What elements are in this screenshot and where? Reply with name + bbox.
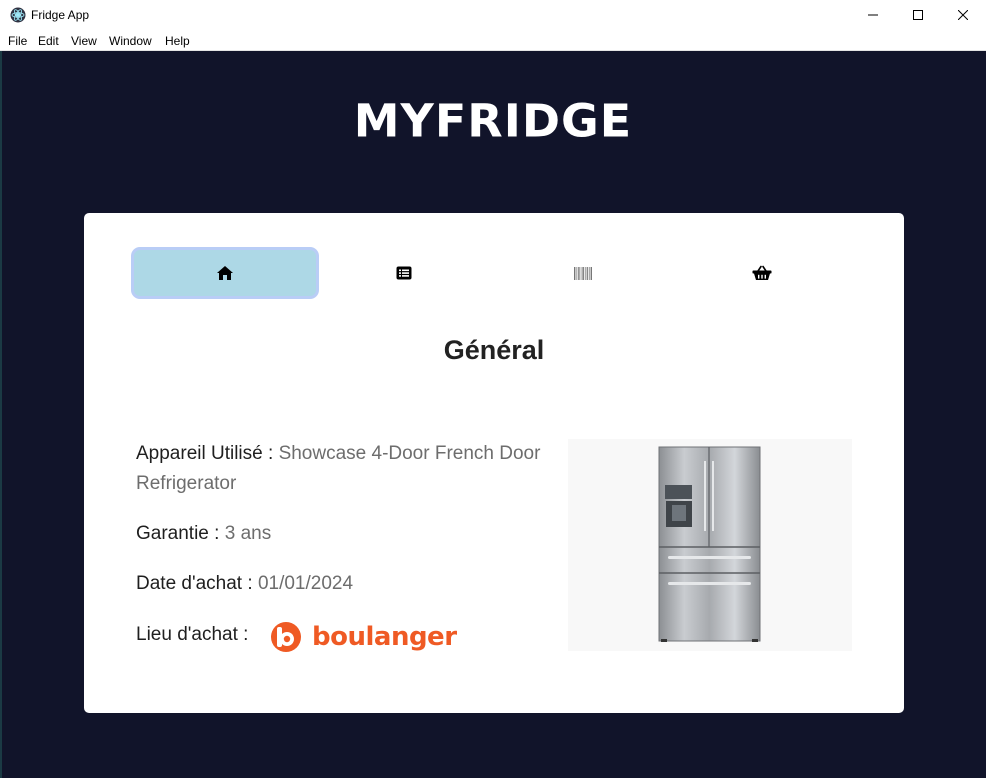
device-label: Appareil Utilisé : [136,443,279,464]
tab-barcode[interactable] [492,250,674,296]
purchase-place-label: Lieu d'achat : [136,624,249,645]
tab-home[interactable] [134,250,316,296]
minimize-icon [868,14,878,16]
tab-list[interactable] [313,250,495,296]
purchase-date-label: Date d'achat : [136,573,258,594]
menu-edit[interactable]: Edit [38,34,59,48]
device-row: Appareil Utilisé : Showcase 4-Door Frenc… [136,439,546,499]
window-titlebar: Fridge App [0,0,986,30]
section-title: Général [443,335,545,365]
tab-bar [134,250,854,296]
brand-title: MYFRIDGE [353,94,633,148]
basket-icon [752,265,772,280]
maximize-button[interactable] [895,0,941,30]
window-edge [0,51,2,778]
warranty-value: 3 ans [224,523,272,544]
menu-view[interactable]: View [71,34,97,48]
purchase-date-row: Date d'achat : 01/01/2024 [136,569,546,599]
main-card: Général Appareil Utilisé : Showcase 4-Do… [84,213,904,713]
menu-bar: File Edit View Window Help [0,30,986,51]
list-icon [396,266,412,280]
warranty-row: Garantie : 3 ans [136,519,546,549]
warranty-label: Garantie : [136,523,225,544]
maximize-icon [913,10,923,20]
menu-help[interactable]: Help [165,34,190,48]
boulanger-wordmark: boulanger [312,622,457,652]
app-icon [10,7,26,23]
fridge-image [568,439,852,651]
barcode-icon [574,266,592,280]
close-button[interactable] [940,0,986,30]
purchase-date-value: 01/01/2024 [257,573,354,594]
home-icon [217,266,233,280]
menu-file[interactable]: File [8,34,27,48]
minimize-button[interactable] [850,0,896,30]
boulanger-logo-icon [271,622,301,652]
close-icon [958,10,968,20]
fridge-illustration [658,446,761,642]
menu-window[interactable]: Window [109,34,152,48]
boulanger-logo: boulanger [266,620,457,654]
tab-basket[interactable] [671,250,853,296]
window-title: Fridge App [31,8,90,22]
